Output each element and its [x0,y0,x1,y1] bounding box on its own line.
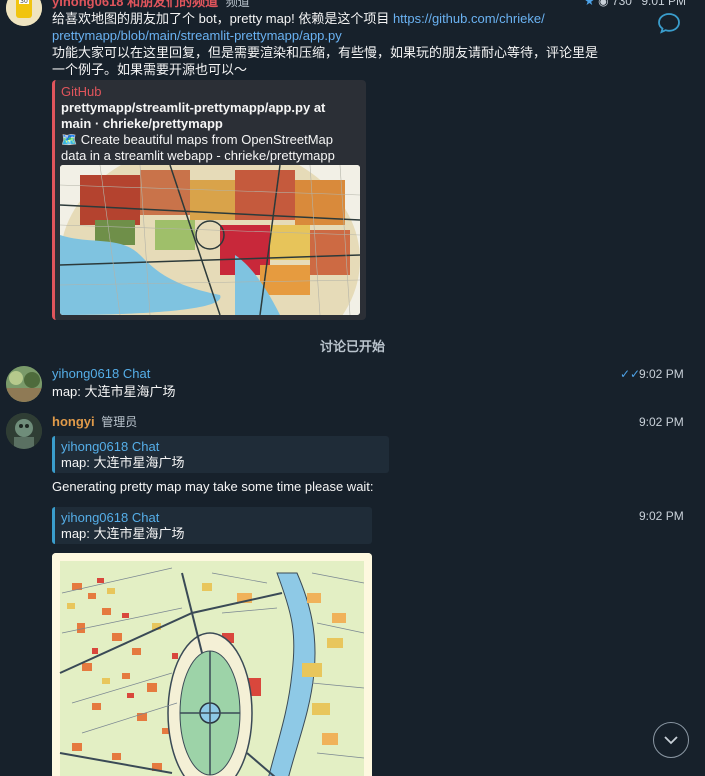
github-link-part2[interactable]: prettymapp/blob/main/streamlit-prettymap… [52,27,642,44]
post-text-line3: 一个例子。如果需要开源也可以～ [52,62,248,77]
admin-badge: 管理员 [101,415,138,429]
views-eye-icon: ◉ [598,0,609,8]
reply-text: map: 大连市星海广场 [61,455,185,470]
preview-desc-line1: 🗺️ Create beautiful maps from OpenStreet… [61,132,333,147]
post-text: 给喜欢地图的朋友加了个 bot，pretty map! 依赖是这个项目 http… [52,10,642,78]
message-author[interactable]: hongyi [52,414,95,429]
message-time: 9:02 PM [639,509,684,523]
preview-site-name: GitHub [61,84,102,99]
message-author[interactable]: yihong0618 Chat [52,366,150,382]
avatar[interactable] [6,413,42,449]
preview-map-image[interactable] [60,165,360,315]
comments-icon[interactable] [656,10,682,36]
scroll-down-button[interactable] [653,722,689,758]
preview-desc-line2: data in a streamlit webapp - chrieke/pre… [61,148,335,163]
reply-author: yihong0618 Chat [61,510,160,525]
message-text: map: 大连市星海广场 [52,384,176,399]
post-text-line1: 给喜欢地图的朋友加了个 bot，pretty map! 依赖是这个项目 [52,11,393,26]
message-time: 9:02 PM [639,415,684,429]
reply-quote[interactable]: yihong0618 Chat map: 大连市星海广场 [52,507,372,544]
views-count: 730 [611,0,632,8]
reply-author: yihong0618 Chat [61,439,160,454]
svg-text:30: 30 [20,0,28,5]
reply-text: map: 大连市星海广场 [61,526,185,541]
read-checkmarks-icon: ✓✓ [620,367,641,381]
message-text: Generating pretty map may take some time… [52,479,374,494]
post-text-line2: 功能大家可以在这里回复，但是需要渲染和压缩，有些慢，如果玩的朋友请耐心等待，评论… [52,45,599,60]
channel-name[interactable]: yihong0618 和朋友们的频道 [52,0,218,9]
message-time: 9:02 PM [639,367,684,381]
discussion-started-service-message: 讨论已开始 [319,339,385,354]
pretty-map-image[interactable] [52,553,372,776]
preview-title-line2: main · chrieke/prettymapp [61,116,223,131]
avatar[interactable] [6,366,42,402]
scroll-down-icon [664,736,678,745]
reply-quote[interactable]: yihong0618 Chat map: 大连市星海广场 [52,436,389,473]
link-preview-card[interactable]: GitHub prettymapp/streamlit-prettymapp/a… [52,80,366,320]
preview-title-line1: prettymapp/streamlit-prettymapp/app.py a… [61,100,326,115]
channel-role: 频道 [225,0,250,9]
channel-post-header: yihong0618 和朋友们的频道 频道 [52,0,250,10]
github-link-part1[interactable]: https://github.com/chrieke/ [393,11,545,26]
message-header: hongyi 管理员 [52,414,137,430]
post-meta: ★ ◉ 730 9:01 PM [584,0,686,8]
pin-icon: ★ [584,0,595,8]
post-time: 9:01 PM [641,0,687,8]
channel-avatar[interactable]: 30 [6,0,42,26]
